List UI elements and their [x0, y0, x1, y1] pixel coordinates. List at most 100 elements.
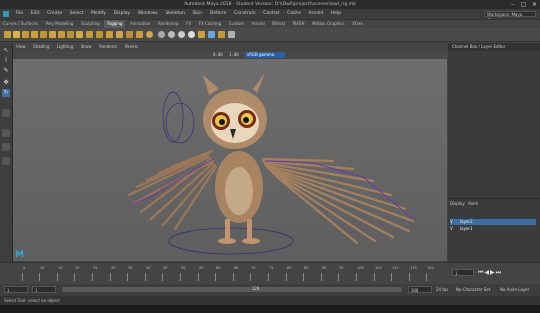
menu-edit[interactable]: Edit — [28, 9, 43, 19]
sphere-icon[interactable] — [168, 31, 175, 38]
locator-icon[interactable] — [146, 31, 153, 38]
shelf-tab-active[interactable]: Rigging — [104, 20, 126, 28]
time-tick-label: 5 — [23, 266, 26, 270]
range-slider[interactable]: 120 — [62, 286, 402, 292]
layout-two-icon[interactable] — [2, 143, 10, 151]
gamma-field[interactable]: 1.00 — [229, 52, 239, 58]
shelf-tab[interactable]: FX Caching — [196, 20, 224, 28]
vp-menu-renderer[interactable]: Renderer — [96, 43, 120, 51]
menu-skin[interactable]: Skin — [190, 9, 206, 19]
character-set-dropdown[interactable]: No Character Set — [456, 287, 490, 292]
owl-belly — [225, 167, 253, 215]
scene-owl-rig[interactable] — [13, 59, 447, 261]
menu-skeleton[interactable]: Skeleton — [162, 9, 187, 19]
layout-outliner-icon[interactable] — [2, 157, 10, 165]
start-frame-field[interactable]: 1 — [4, 286, 28, 293]
set-key-icon[interactable] — [218, 31, 225, 38]
shelf-tab[interactable]: Sculpting — [78, 20, 103, 28]
tab-anim-layers[interactable]: Anim — [468, 201, 478, 206]
move-tool-icon[interactable]: ✥ — [2, 79, 10, 87]
time-ruler[interactable]: 5 10 15 20 25 30 35 40 45 50 55 60 65 70 75 80 85 90 95 100… — [4, 265, 444, 283]
snapshot-icon[interactable] — [228, 31, 235, 38]
anim-layer-dropdown[interactable]: No Anim Layer — [500, 287, 529, 292]
vp-menu-panels[interactable]: Panels — [122, 43, 141, 51]
exposure-field[interactable]: 0.00 — [213, 52, 223, 58]
time-tick-label: 120 — [427, 266, 434, 270]
shelf-tab[interactable]: MASH — [290, 20, 308, 28]
time-tick-label: 35 — [128, 266, 133, 270]
maximize-button[interactable]: □ — [518, 0, 529, 9]
menu-file[interactable]: File — [13, 9, 27, 19]
shelf-tab[interactable]: Animation — [127, 20, 153, 28]
layer-visibility-toggle[interactable]: V — [450, 219, 453, 224]
layer-row[interactable]: V layer1 — [450, 226, 536, 232]
sphere-icon[interactable] — [188, 31, 195, 38]
vp-menu-shading[interactable]: Shading — [30, 43, 52, 51]
mirror-joint-icon[interactable] — [49, 31, 56, 38]
rotate-tool-icon[interactable]: ↻ — [2, 89, 10, 97]
menu-cache[interactable]: Cache — [284, 9, 304, 19]
menu-control[interactable]: Control — [260, 9, 282, 19]
blendshape-icon[interactable] — [86, 31, 93, 38]
end-frame-field[interactable]: 200 — [408, 286, 432, 293]
shelf-tab[interactable]: Curves / Surfaces — [0, 20, 41, 28]
menu-modify[interactable]: Modify — [88, 9, 109, 19]
layout-single-icon[interactable] — [2, 109, 10, 117]
shelf-tab[interactable]: Custom — [226, 20, 247, 28]
cluster-icon[interactable] — [67, 31, 74, 38]
menu-display[interactable]: Display — [111, 9, 134, 19]
menu-select[interactable]: Select — [67, 9, 87, 19]
wrap-icon[interactable] — [96, 31, 103, 38]
current-frame-field[interactable]: 1 — [452, 269, 474, 276]
menu-arnold[interactable]: Arnold — [306, 9, 327, 19]
orient-joint-icon[interactable] — [58, 31, 65, 38]
point-constraint-icon[interactable] — [116, 31, 123, 38]
menu-windows[interactable]: Windows — [135, 9, 161, 19]
shelf-tab[interactable]: Rendering — [155, 20, 181, 28]
ik-spline-icon[interactable] — [22, 31, 29, 38]
menu-deform[interactable]: Deform — [207, 9, 230, 19]
color-space-dropdown[interactable]: sRGB gamma — [245, 52, 285, 58]
orient-constraint-icon[interactable] — [126, 31, 133, 38]
tab-display-layers[interactable]: Display — [450, 201, 465, 206]
workspace-dropdown[interactable]: Workspace: Maya Classic — [484, 11, 536, 23]
close-button[interactable]: × — [529, 0, 540, 9]
lasso-tool-icon[interactable]: ⌇ — [2, 57, 10, 65]
shelf-tab[interactable]: FX — [183, 20, 194, 28]
time-slider[interactable]: 5 10 15 20 25 30 35 40 45 50 55 60 65 70 75 80 85 90 95 100… — [0, 262, 540, 284]
vp-menu-show[interactable]: Show — [78, 43, 95, 51]
vp-menu-view[interactable]: View — [13, 43, 29, 51]
bind-skin-icon[interactable] — [31, 31, 38, 38]
ik-handle-icon[interactable] — [13, 31, 20, 38]
shelf-tab[interactable]: XGen — [349, 20, 366, 28]
shelf-tab[interactable]: Bifrost — [269, 20, 288, 28]
shelf-tab[interactable]: Arnold — [249, 20, 268, 28]
fps-dropdown[interactable]: 24 fps — [436, 287, 448, 292]
tab-channel-box[interactable]: Channel Box / Layer Editor — [448, 43, 509, 51]
menu-help[interactable]: Help — [328, 9, 344, 19]
layer-row[interactable]: V layer2 — [450, 219, 536, 225]
sphere-icon[interactable] — [178, 31, 185, 38]
inner-start-field[interactable]: 1 — [32, 286, 56, 293]
curve-tool-icon[interactable] — [198, 31, 205, 38]
shelf-tab[interactable]: Poly Modeling — [43, 20, 77, 28]
minimize-button[interactable]: – — [507, 0, 518, 9]
layer-visibility-toggle[interactable]: V — [450, 226, 453, 231]
time-tick — [374, 273, 375, 281]
menu-constrain[interactable]: Constrain — [231, 9, 259, 19]
constraint-icon[interactable] — [106, 31, 113, 38]
layout-four-icon[interactable] — [2, 129, 10, 137]
select-tool-icon[interactable]: ↖ — [2, 47, 10, 55]
lattice-icon[interactable] — [76, 31, 83, 38]
sphere-icon[interactable] — [158, 31, 165, 38]
hik-icon[interactable] — [208, 31, 215, 38]
shelf-tab[interactable]: Motion Graphics — [309, 20, 348, 28]
menu-create[interactable]: Create — [44, 9, 65, 19]
paint-weights-icon[interactable] — [40, 31, 47, 38]
joint-tool-icon[interactable] — [4, 31, 11, 38]
playback-controls[interactable]: ⏮◀▶⏭ — [478, 269, 502, 277]
parent-constraint-icon[interactable] — [136, 31, 143, 38]
viewport-panel[interactable]: View Shading Lighting Show Renderer Pane… — [13, 43, 447, 261]
paint-select-icon[interactable]: ✎ — [2, 67, 10, 75]
vp-menu-lighting[interactable]: Lighting — [54, 43, 76, 51]
